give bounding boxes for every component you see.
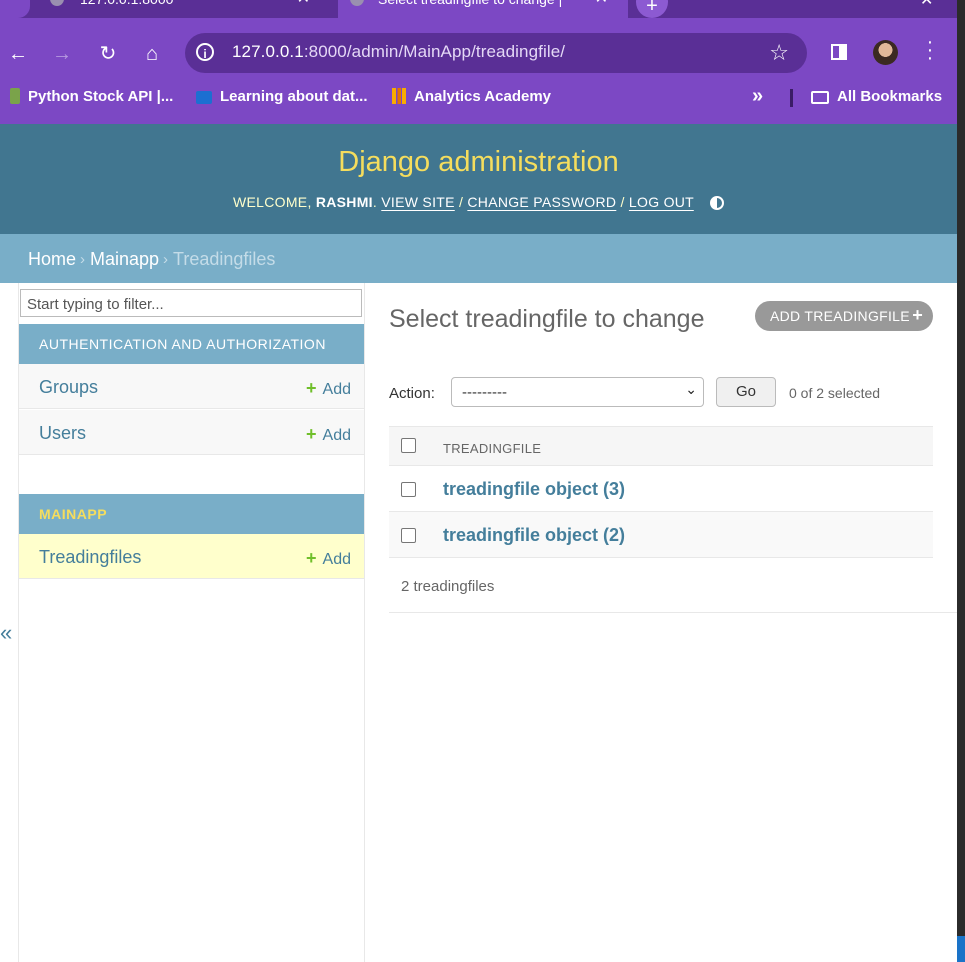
- nav-filter-input[interactable]: Start typing to filter...: [20, 289, 362, 317]
- new-tab-button[interactable]: +: [636, 0, 668, 18]
- add-users-link[interactable]: + Add: [306, 424, 351, 445]
- breadcrumb-home[interactable]: Home: [28, 249, 76, 270]
- page-title: Select treadingfile to change: [389, 305, 705, 333]
- bookmarks-bar: Python Stock API |... Learning about dat…: [0, 80, 957, 116]
- python-bookmark-icon: [10, 88, 20, 104]
- tab-strip: 127.0.0.1:8000 ✕ Select treadingfile to …: [0, 0, 957, 18]
- sidebar-item-treadingfiles: Treadingfiles + Add: [19, 534, 364, 579]
- tab-title: 127.0.0.1:8000: [80, 0, 280, 9]
- browser-toolbar: ← → ↻ ⌂ i 127.0.0.1:8000/admin/MainApp/t…: [0, 18, 957, 124]
- bookmark-star-icon[interactable]: ☆: [769, 40, 789, 66]
- username: RASHMI: [315, 194, 373, 210]
- bookmarks-separator: [790, 89, 793, 107]
- close-icon[interactable]: ✕: [595, 0, 608, 9]
- log-out-link[interactable]: LOG OUT: [629, 194, 694, 210]
- analytics-bookmark-icon: [392, 88, 406, 104]
- table-header: TREADINGFILE: [389, 426, 933, 466]
- toggle-nav-sidebar-button[interactable]: «: [0, 620, 12, 646]
- breadcrumb: Home › Mainapp › Treadingfiles: [0, 234, 957, 283]
- change-password-link[interactable]: CHANGE PASSWORD: [467, 194, 616, 210]
- url-text[interactable]: 127.0.0.1:8000/admin/MainApp/treadingfil…: [232, 42, 565, 62]
- admin-header: Django administration WELCOME, RASHMI. V…: [0, 124, 957, 234]
- breadcrumb-current: Treadingfiles: [173, 249, 276, 269]
- model-link-users[interactable]: Users: [39, 423, 86, 444]
- paginator: 2 treadingfiles: [389, 555, 957, 613]
- folder-icon: [811, 91, 829, 104]
- action-select[interactable]: --------- ⌄: [451, 377, 704, 407]
- model-link-treadingfiles[interactable]: Treadingfiles: [39, 547, 141, 568]
- table-row: treadingfile object (3): [389, 466, 933, 512]
- nav-sidebar: Start typing to filter... AUTHENTICATION…: [18, 283, 365, 962]
- action-label: Action:: [389, 385, 435, 402]
- column-header[interactable]: TREADINGFILE: [443, 441, 541, 456]
- plus-icon: +: [306, 378, 317, 398]
- plus-icon: +: [306, 424, 317, 444]
- globe-icon: [350, 0, 364, 6]
- bookmark-learning[interactable]: Learning about dat...: [196, 88, 368, 105]
- close-icon[interactable]: ✕: [297, 0, 310, 9]
- result-count: 2 treadingfiles: [401, 578, 495, 595]
- add-treadingfiles-link[interactable]: + Add: [306, 548, 351, 569]
- taskbar-edge: [957, 936, 965, 962]
- globe-icon: [50, 0, 64, 6]
- breadcrumb-mainapp[interactable]: Mainapp: [90, 249, 159, 270]
- row-checkbox[interactable]: [401, 482, 416, 497]
- user-tools: WELCOME, RASHMI. VIEW SITE / CHANGE PASS…: [0, 194, 957, 210]
- theme-toggle-icon[interactable]: [709, 196, 724, 210]
- bookmark-analytics[interactable]: Analytics Academy: [392, 88, 551, 105]
- all-bookmarks-button[interactable]: All Bookmarks: [811, 88, 942, 105]
- module-caption-auth[interactable]: AUTHENTICATION AND AUTHORIZATION: [19, 324, 364, 364]
- back-arrow-icon[interactable]: ←: [4, 40, 32, 68]
- window-close-icon[interactable]: ✕: [920, 0, 933, 10]
- table-row: treadingfile object (2): [389, 512, 933, 558]
- tab-title: Select treadingfile to change |: [378, 0, 578, 9]
- site-info-icon[interactable]: i: [196, 43, 214, 61]
- tab-localhost[interactable]: 127.0.0.1:8000 ✕: [0, 0, 330, 18]
- chevron-down-icon: ⌄: [685, 381, 697, 397]
- profile-avatar[interactable]: [873, 40, 898, 65]
- plus-icon: +: [912, 305, 923, 325]
- add-groups-link[interactable]: + Add: [306, 378, 351, 399]
- maximize-icon[interactable]: ▫: [862, 0, 868, 8]
- sidebar-item-groups: Groups + Add: [19, 364, 364, 409]
- module-caption-mainapp[interactable]: MAINAPP: [19, 494, 364, 534]
- row-checkbox[interactable]: [401, 528, 416, 543]
- bookmark-python-stock[interactable]: Python Stock API |...: [10, 88, 173, 105]
- site-branding[interactable]: Django administration: [0, 146, 957, 179]
- row-link[interactable]: treadingfile object (2): [443, 525, 625, 546]
- sidebar-item-users: Users + Add: [19, 410, 364, 455]
- tab-active[interactable]: Select treadingfile to change | ✕: [338, 0, 628, 18]
- go-button[interactable]: Go: [716, 377, 776, 407]
- side-panel-icon[interactable]: [831, 44, 847, 60]
- browser-window: 127.0.0.1:8000 ✕ Select treadingfile to …: [0, 0, 957, 962]
- add-treadingfile-button[interactable]: ADD TREADINGFILE +: [755, 301, 933, 331]
- view-site-link[interactable]: VIEW SITE: [381, 194, 455, 210]
- model-link-groups[interactable]: Groups: [39, 377, 98, 398]
- bookmarks-overflow-icon[interactable]: »: [752, 85, 763, 108]
- plus-icon: +: [306, 548, 317, 568]
- video-bookmark-icon: [196, 91, 212, 104]
- reload-icon[interactable]: ↻: [94, 40, 122, 68]
- adjacent-window-edge: [957, 0, 965, 962]
- row-link[interactable]: treadingfile object (3): [443, 479, 625, 500]
- home-icon[interactable]: ⌂: [138, 40, 166, 68]
- selection-counter: 0 of 2 selected: [789, 385, 881, 401]
- forward-arrow-icon[interactable]: →: [48, 40, 76, 68]
- address-bar[interactable]: i 127.0.0.1:8000/admin/MainApp/treadingf…: [185, 33, 807, 73]
- menu-kebab-icon[interactable]: · · ·: [923, 32, 937, 68]
- select-all-checkbox[interactable]: [401, 438, 416, 453]
